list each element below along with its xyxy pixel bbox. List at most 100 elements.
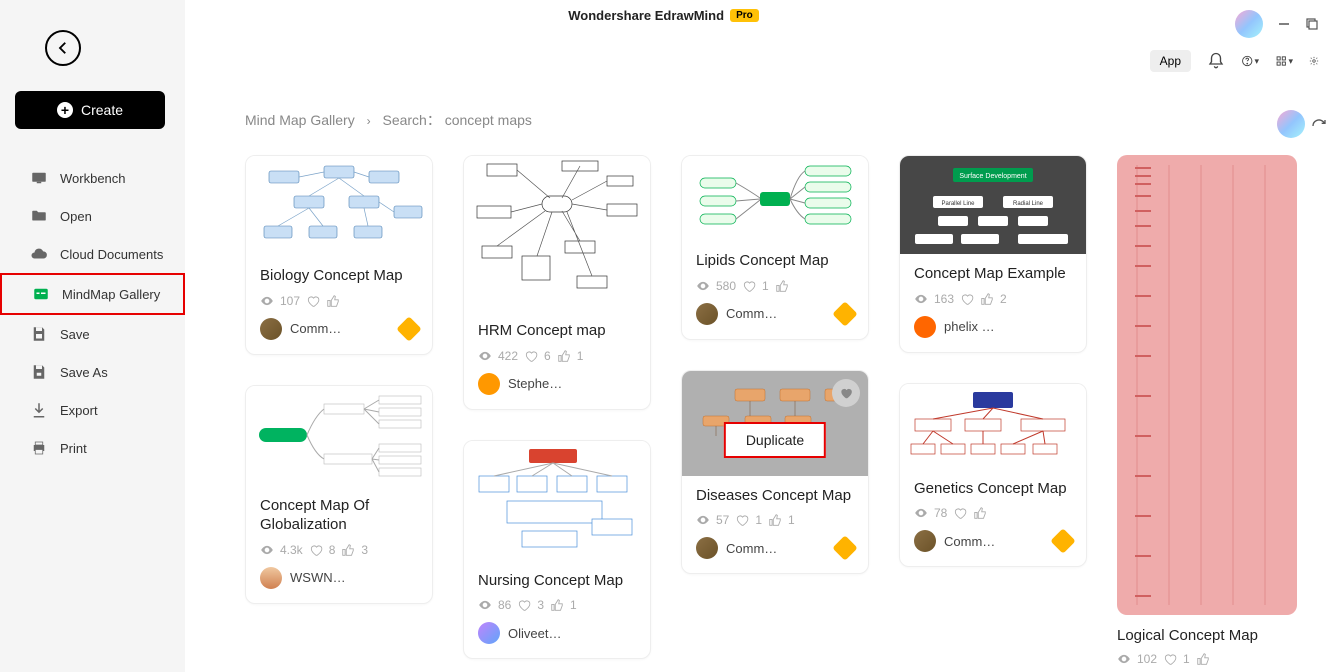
sidebar-item-saveas[interactable]: Save As (0, 353, 185, 391)
author-name: Comm… (290, 321, 341, 336)
help-icon[interactable]: ▾ (1241, 52, 1259, 70)
thumbnail (246, 386, 432, 486)
card-biology[interactable]: Biology Concept Map 107 Comm… (245, 155, 433, 355)
views-icon (478, 349, 492, 363)
thumbnail (464, 441, 650, 561)
svg-text:Radial Line: Radial Line (1013, 201, 1044, 207)
sidebar: + Create Workbench Open Cloud Documents … (0, 0, 185, 672)
breadcrumb-search-prefix: Search： (382, 112, 440, 128)
bell-icon[interactable] (1207, 52, 1225, 70)
card-stats: 4.3k 8 3 (260, 543, 418, 557)
sidebar-item-open[interactable]: Open (0, 197, 185, 235)
sidebar-item-workbench[interactable]: Workbench (0, 159, 185, 197)
heart-icon[interactable] (517, 598, 531, 612)
sidebar-item-export[interactable]: Export (0, 391, 185, 429)
gallery: Biology Concept Map 107 Comm… (245, 155, 1297, 666)
thumbs-up-icon[interactable] (775, 279, 789, 293)
minimize-icon[interactable] (1277, 17, 1291, 31)
heart-icon[interactable] (742, 279, 756, 293)
card-author: Stephe… (478, 373, 636, 395)
settings-icon[interactable] (1309, 52, 1319, 70)
card-title: Genetics Concept Map (914, 479, 1072, 499)
heart-icon[interactable] (1163, 652, 1177, 666)
card-title: Concept Map Example (914, 264, 1072, 284)
back-button[interactable] (45, 30, 81, 66)
maximize-icon[interactable] (1305, 17, 1319, 31)
card-genetics[interactable]: Genetics Concept Map 78 Comm… (899, 383, 1087, 568)
breadcrumb-root[interactable]: Mind Map Gallery (245, 112, 355, 128)
card-logical[interactable]: Logical Concept Map 102 1 (1117, 155, 1297, 666)
heart-icon[interactable] (309, 543, 323, 557)
titlebar: Wondershare EdrawMind Pro (0, 0, 1327, 30)
card-author: Comm… (260, 318, 418, 340)
thumbs-up-icon[interactable] (341, 543, 355, 557)
card-title: Logical Concept Map (1117, 615, 1297, 652)
thumbs: 2 (1000, 292, 1007, 306)
hearts: 8 (329, 543, 336, 557)
nav-label: MindMap Gallery (62, 287, 160, 302)
create-button[interactable]: + Create (15, 91, 165, 129)
gallery-col: Surface DevelopmentParallel LineRadial L… (899, 155, 1087, 567)
thumbs-up-icon[interactable] (550, 598, 564, 612)
card-body: Diseases Concept Map 57 1 1 Comm… (682, 476, 868, 574)
thumbnail: Duplicate (682, 371, 868, 476)
card-title: Concept Map Of Globalization (260, 496, 418, 535)
card-title: HRM Concept map (478, 321, 636, 341)
heart-icon[interactable] (524, 349, 538, 363)
avatar-secondary[interactable] (1277, 110, 1305, 138)
thumbs-up-icon[interactable] (973, 506, 987, 520)
card-nursing[interactable]: Nursing Concept Map 86 3 1 Oliveet… (463, 440, 651, 660)
heart-icon[interactable] (960, 292, 974, 306)
card-body: Nursing Concept Map 86 3 1 Oliveet… (464, 561, 650, 659)
grid-apps-icon[interactable]: ▾ (1275, 52, 1293, 70)
views: 102 (1137, 652, 1157, 666)
toolbar-right: App ▾ ▾ (1150, 50, 1319, 72)
print-icon (30, 439, 48, 457)
refresh-icon[interactable] (1311, 118, 1327, 139)
heart-icon[interactable] (953, 506, 967, 520)
author-name: Stephe… (508, 376, 562, 391)
views-icon (1117, 652, 1131, 666)
thumbs-up-icon[interactable] (557, 349, 571, 363)
views: 78 (934, 506, 947, 520)
sidebar-item-mindmap-gallery[interactable]: MindMap Gallery (0, 273, 185, 315)
duplicate-badge[interactable]: Duplicate (724, 422, 826, 458)
card-stats: 102 1 (1117, 652, 1297, 666)
card-example[interactable]: Surface DevelopmentParallel LineRadial L… (899, 155, 1087, 353)
author-avatar (914, 316, 936, 338)
views-icon (696, 513, 710, 527)
breadcrumb: Mind Map Gallery › Search： concept maps (245, 110, 1297, 130)
nav-label: Open (60, 209, 92, 224)
thumbs-up-icon[interactable] (326, 294, 340, 308)
breadcrumb-query: concept maps (445, 112, 532, 128)
card-diseases[interactable]: Duplicate Diseases Concept Map 57 1 1 Co… (681, 370, 869, 575)
create-label: Create (81, 102, 123, 118)
thumbs-up-icon[interactable] (768, 513, 782, 527)
nav-label: Print (60, 441, 87, 456)
card-globalization[interactable]: Concept Map Of Globalization 4.3k 8 3 WS… (245, 385, 433, 604)
favorite-button[interactable] (832, 379, 860, 407)
sidebar-item-save[interactable]: Save (0, 315, 185, 353)
heart-icon[interactable] (306, 294, 320, 308)
svg-text:Surface Development: Surface Development (959, 173, 1026, 180)
card-author: phelix … (914, 316, 1072, 338)
thumbs-up-icon[interactable] (980, 292, 994, 306)
views: 580 (716, 279, 736, 293)
gallery-col: HRM Concept map 422 6 1 Stephe… (463, 155, 651, 659)
card-hrm[interactable]: HRM Concept map 422 6 1 Stephe… (463, 155, 651, 410)
sidebar-item-cloud[interactable]: Cloud Documents (0, 235, 185, 273)
views: 57 (716, 513, 729, 527)
nav-label: Save As (60, 365, 108, 380)
sidebar-item-print[interactable]: Print (0, 429, 185, 467)
card-lipids[interactable]: Lipids Concept Map 580 1 Comm… (681, 155, 869, 340)
author-name: phelix … (944, 319, 995, 334)
card-body: Biology Concept Map 107 Comm… (246, 256, 432, 354)
gallery-col: Lipids Concept Map 580 1 Comm… (681, 155, 869, 574)
card-author: Comm… (914, 530, 1072, 552)
author-name: Comm… (944, 534, 995, 549)
author-avatar (696, 303, 718, 325)
avatar[interactable] (1235, 10, 1263, 38)
thumbs-up-icon[interactable] (1196, 652, 1210, 666)
app-chip[interactable]: App (1150, 50, 1191, 72)
heart-icon[interactable] (735, 513, 749, 527)
